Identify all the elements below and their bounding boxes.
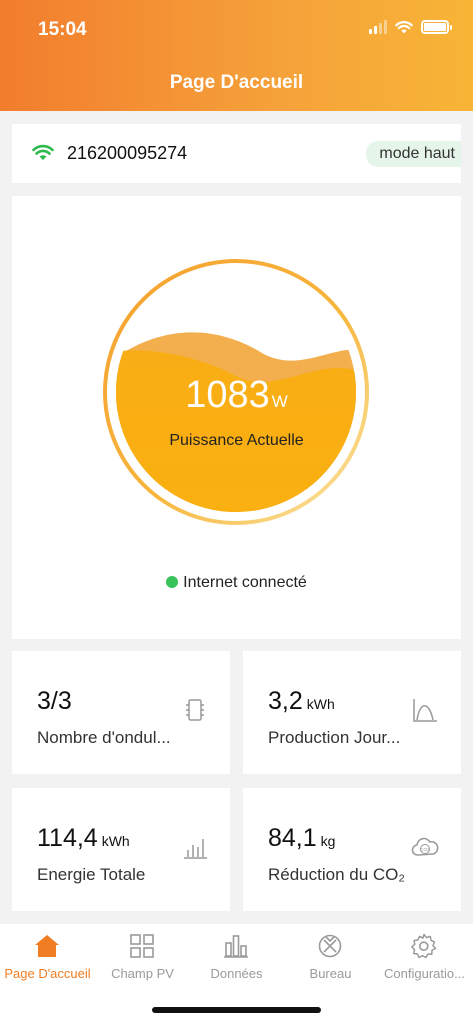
gear-icon [411,933,437,959]
total-energy-card[interactable]: 114,4 kWh Energie Totale [12,788,230,911]
tab-donnees[interactable]: Données [189,924,284,994]
co2-reduction-value: 84,1 kg [268,824,336,852]
tab-champ-pv[interactable]: Champ PV [95,924,190,994]
inverters-value: 3/3 [37,687,72,715]
inverter-icon [186,699,204,721]
status-dot-icon [166,576,179,588]
power-card: 1083 W Puissance Actuelle Internet connec… [12,196,461,639]
wifi-icon [32,144,54,160]
co2-reduction-label: Réduction du CO₂ [268,865,406,884]
wifi-status-icon [395,21,413,34]
inverters-card[interactable]: 3/3 Nombre d'ondul... [12,651,230,774]
page-title: Page D'accueil [169,72,304,93]
device-serial: 216200095274 [67,143,188,163]
co2-reduction-card[interactable]: 84,1 kg Réduction du CO₂ CO2 [243,788,461,911]
home-icon [35,935,59,957]
daily-production-card[interactable]: 3,2 kWh Production Jour... [243,651,461,774]
bar-chart-icon [184,839,207,859]
battery-icon [421,20,452,34]
total-energy-label: Energie Totale [37,865,146,884]
daily-production-value: 3,2 kWh [268,687,335,715]
office-icon [318,934,342,958]
tab-home[interactable]: Page D'accueil [0,924,95,994]
co2-cloud-icon: CO2 [411,837,439,856]
tab-configuration[interactable]: Configuratio... [377,924,472,994]
header: 15:04 Page D'accueil [0,0,473,111]
status-icons [369,20,452,34]
signal-icon [369,20,387,34]
mode-badge[interactable]: mode haut [366,141,461,167]
power-label: Puissance Actuelle [169,432,304,449]
grid-icon [130,934,154,958]
inverters-label: Nombre d'ondul... [37,728,171,747]
power-value: 1083 W [185,374,288,416]
tab-bureau[interactable]: Bureau [283,924,378,994]
device-card[interactable]: 216200095274 mode haut [12,124,461,183]
status-time: 15:04 [38,19,87,40]
daily-production-label: Production Jour... [268,728,401,747]
home-indicator[interactable] [152,1007,321,1013]
chart-icon [224,935,248,958]
total-energy-value: 114,4 kWh [37,824,130,852]
curve-chart-icon [413,699,437,722]
svg-text:CO2: CO2 [420,847,430,852]
internet-status: Internet connecté [12,574,461,592]
